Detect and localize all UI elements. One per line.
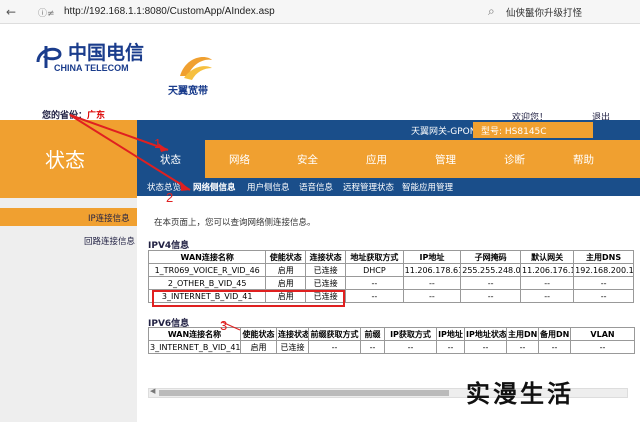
annotation-arrows xyxy=(69,114,241,331)
annotation-number-1: 1 xyxy=(154,136,162,151)
arrow-line-2 xyxy=(69,114,191,191)
annotation-number-3: 3 xyxy=(220,318,228,333)
arrow-head-2 xyxy=(180,181,190,191)
annotation-number-2: 2 xyxy=(166,190,174,205)
watermark-text: 实漫生活 xyxy=(466,379,574,408)
